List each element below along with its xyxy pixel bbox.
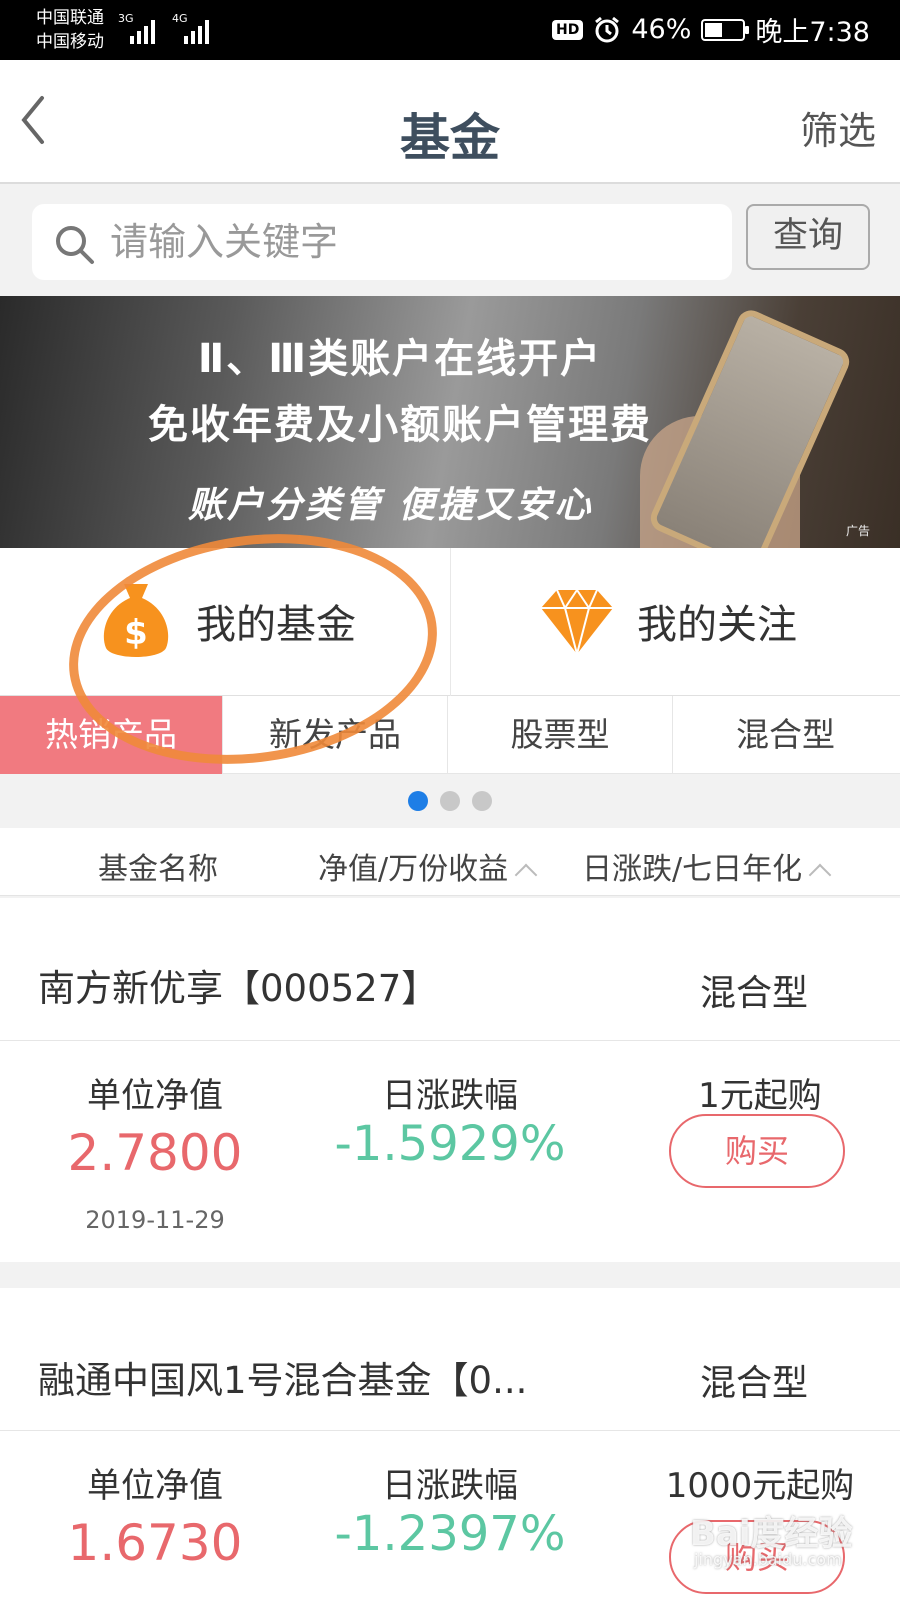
battery-level xyxy=(705,22,722,37)
page-title: 基金 xyxy=(400,109,500,167)
my-funds-entry[interactable]: $ 我的基金 xyxy=(0,548,450,696)
filter-button[interactable]: 筛选 xyxy=(800,100,876,155)
alarm-icon xyxy=(595,16,620,42)
sort-up-icon xyxy=(514,863,538,887)
search-input[interactable] xyxy=(110,212,710,272)
tab-mixed-type[interactable]: 混合型 xyxy=(673,696,898,774)
carrier-1: 中国联通 xyxy=(36,8,104,28)
fund-card[interactable]: 南方新优享【000527】 混合型 单位净值 日涨跌幅 1元起购 2.7800 … xyxy=(0,898,900,1262)
battery-percent: 46% xyxy=(631,14,692,45)
carousel-dot[interactable] xyxy=(472,791,492,811)
change-label: 日涨跌幅 xyxy=(382,1076,518,1116)
money-bag-icon: $ xyxy=(103,584,169,657)
buy-button[interactable]: 购买 xyxy=(669,1114,845,1188)
nav-value: 1.6730 xyxy=(67,1514,243,1572)
carousel-dots xyxy=(0,774,900,828)
carousel-dot[interactable] xyxy=(408,791,428,811)
clock: 晚上7:38 xyxy=(755,17,870,48)
col-nav-label: 净值/万份收益 xyxy=(318,852,509,887)
category-tabs: 热销产品 新发产品 股票型 混合型 xyxy=(0,696,900,774)
my-watchlist-entry[interactable]: 我的关注 xyxy=(450,548,900,696)
carousel-dot[interactable] xyxy=(440,791,460,811)
divider xyxy=(0,1430,900,1431)
battery-icon xyxy=(701,18,750,41)
fund-name: 南方新优享【000527】 xyxy=(38,967,439,1010)
list-column-header: 基金名称 净值/万份收益 日涨跌/七日年化 xyxy=(0,828,900,896)
fund-type: 混合型 xyxy=(700,973,809,1014)
banner-slogan: 账户分类管 便捷又安心 xyxy=(188,485,594,526)
carrier-2: 中国移动 xyxy=(36,32,104,52)
diamond-icon xyxy=(541,588,613,658)
col-fund-name: 基金名称 xyxy=(98,852,218,887)
daily-change: -1.2397% xyxy=(334,1506,566,1562)
col-change-label: 日涨跌/七日年化 xyxy=(582,852,803,887)
search-box[interactable] xyxy=(32,204,732,280)
my-watchlist-label: 我的关注 xyxy=(637,602,797,648)
nav-label: 单位净值 xyxy=(87,1076,223,1116)
fund-name: 融通中国风1号混合基金【0... xyxy=(38,1359,528,1402)
nav-value: 2.7800 xyxy=(67,1124,243,1182)
quick-entry-row: $ 我的基金 我的关注 xyxy=(0,548,900,696)
status-right: HD 46% 晚上7:38 xyxy=(552,10,870,49)
min-purchase: 1000元起购 xyxy=(665,1466,855,1506)
nav-date: 2019-11-29 xyxy=(85,1206,225,1234)
svg-text:$: $ xyxy=(124,613,148,653)
fund-type: 混合型 xyxy=(700,1363,809,1404)
my-funds-label: 我的基金 xyxy=(196,602,356,648)
nav-header: 基金 筛选 xyxy=(0,60,900,184)
hd-badge: HD xyxy=(552,19,584,40)
tab-hot-products[interactable]: 热销产品 xyxy=(0,696,223,774)
nav-label: 单位净值 xyxy=(87,1466,223,1506)
banner-subheadline: 免收年费及小额账户管理费 xyxy=(148,402,652,448)
promo-banner[interactable]: Ⅱ、Ⅲ类账户在线开户 免收年费及小额账户管理费 账户分类管 便捷又安心 广告 xyxy=(0,296,900,548)
daily-change: -1.5929% xyxy=(334,1116,566,1172)
banner-headline: Ⅱ、Ⅲ类账户在线开户 xyxy=(197,336,603,382)
col-nav-sort[interactable]: 净值/万份收益 xyxy=(318,844,538,888)
status-bar: 中国联通 中国移动 3G 4G HD 46% 晚上7:38 xyxy=(0,0,900,60)
tab-stock-type[interactable]: 股票型 xyxy=(448,696,673,774)
baidu-watermark-url: jingyan.baidu.com xyxy=(694,1550,842,1569)
search-bar: 查询 xyxy=(0,184,900,296)
col-change-sort[interactable]: 日涨跌/七日年化 xyxy=(582,844,832,888)
change-label: 日涨跌幅 xyxy=(382,1466,518,1506)
sort-up-icon xyxy=(808,863,832,887)
baidu-watermark: Bai度经验 xyxy=(690,1514,853,1554)
ad-tag: 广告 xyxy=(845,524,870,538)
search-icon xyxy=(56,226,94,264)
divider xyxy=(0,1040,900,1041)
min-purchase: 1元起购 xyxy=(698,1076,822,1116)
query-button[interactable]: 查询 xyxy=(746,204,870,270)
carrier-info: 中国联通 中国移动 xyxy=(36,6,104,54)
tab-new-products[interactable]: 新发产品 xyxy=(223,696,448,774)
